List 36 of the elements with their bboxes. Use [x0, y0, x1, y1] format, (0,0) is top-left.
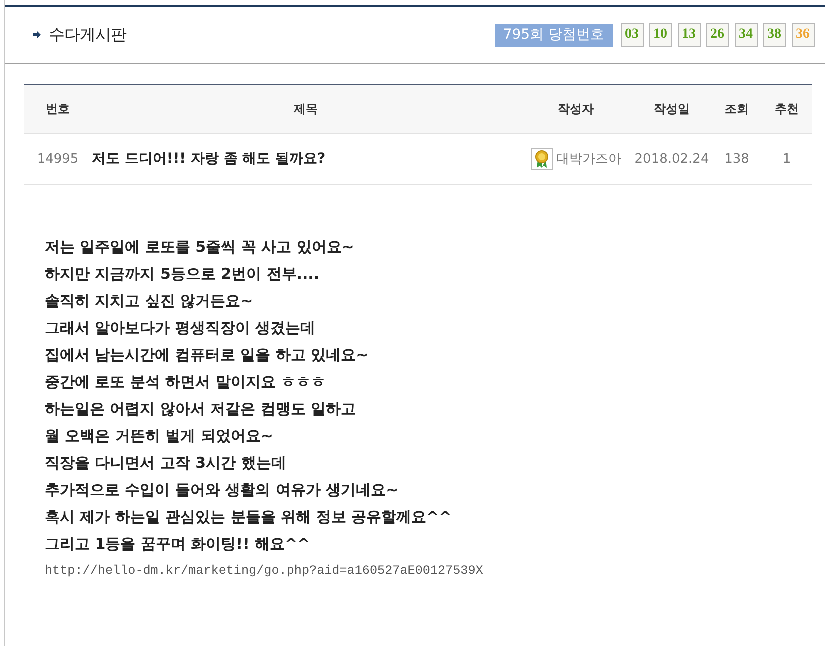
- column-header: 제목: [294, 100, 318, 118]
- winning-number: 36: [792, 23, 814, 47]
- post-text-line: 월 오백은 거뜬히 벌게 되었어요~: [45, 426, 274, 447]
- post-subject: 저도 드디어!!! 자랑 좀 해도 될까요?: [92, 150, 326, 168]
- winning-number: 10: [649, 23, 672, 47]
- post-text-line: 추가적으로 수입이 들어와 생활의 여유가 생기네요~: [45, 480, 400, 501]
- column-header: 조회: [725, 100, 749, 118]
- post-text-line: 그리고 1등을 꿈꾸며 화이팅!! 해요^^: [45, 534, 312, 555]
- post-text-line: 저는 일주일에 로또를 5줄씩 꼭 사고 있어요~: [45, 237, 356, 258]
- column-header: 추천: [775, 100, 799, 118]
- post-date: 2018.02.24: [634, 152, 710, 166]
- view-count: 138: [724, 152, 750, 166]
- winning-number: 38: [763, 23, 786, 47]
- post-text-line: 그래서 알아보다가 평생직장이 생겼는데: [45, 318, 317, 339]
- arrow-icon: [33, 31, 41, 39]
- post-number: 14995: [37, 152, 79, 166]
- post-text-line: 혹시 제가 하는일 관심있는 분들을 위해 정보 공유할께요^^: [45, 507, 453, 528]
- winning-number: 34: [734, 23, 758, 47]
- draw-label: 795회 당첨번호: [495, 24, 612, 46]
- post-text-line: 솔직히 지치고 싶진 않거든요~: [45, 291, 254, 312]
- board-title: 수다게시판: [49, 24, 126, 46]
- column-header: 작성자: [558, 100, 594, 118]
- post-text-line: 집에서 남는시간에 컴퓨터로 일을 하고 있네요~: [45, 345, 370, 366]
- winning-number: 13: [678, 23, 700, 47]
- post-text-line: 하는일은 어렵지 않아서 저같은 컴맹도 일하고: [45, 399, 358, 420]
- column-header: 작성일: [654, 100, 690, 118]
- post-link[interactable]: http://hello-dm.kr/marketing/go.php?aid=a160527aE00127539X: [45, 558, 484, 585]
- recommend-count: 1: [782, 152, 792, 166]
- column-header: 번호: [46, 100, 70, 118]
- post-text-line: 직장을 다니면서 고작 3시간 했는데: [45, 453, 288, 474]
- medal-icon: [530, 148, 552, 170]
- winning-number: 03: [620, 23, 644, 47]
- winning-number: 26: [706, 23, 729, 47]
- post-text-line: 하지만 지금까지 5등으로 2번이 전부....: [45, 264, 321, 285]
- author-name: 대박가즈아: [556, 151, 622, 168]
- post-text-line: 중간에 로또 분석 하면서 말이지요 ㅎㅎㅎ: [45, 372, 328, 393]
